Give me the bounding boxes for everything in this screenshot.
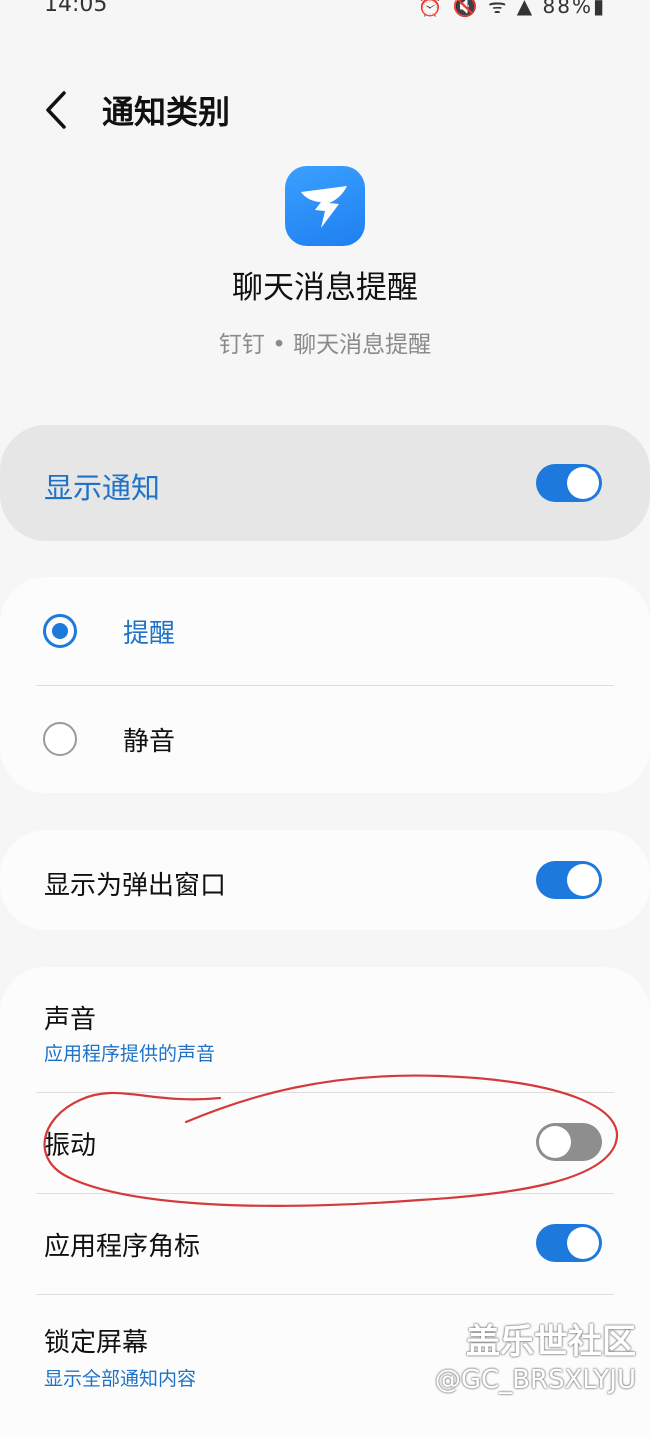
toggle-knob: [567, 864, 599, 896]
badge-toggle[interactable]: [536, 1224, 602, 1262]
sound-label: 声音: [44, 1005, 97, 1035]
sound-value: 应用程序提供的声音: [44, 1043, 216, 1065]
page-title: 通知类别: [102, 93, 231, 131]
alert-mode-card: 提醒 静音: [0, 577, 650, 793]
status-bar: 14:05 ⏰ 🔇 ᯤ ▲ 88%▮: [0, 0, 650, 22]
watermark-user: @GC_BRSXLYJU: [434, 1365, 636, 1395]
watermark-site: 盖乐世社区: [466, 1322, 636, 1362]
vibration-toggle[interactable]: [536, 1123, 602, 1161]
radio-option-alert[interactable]: 提醒: [0, 577, 650, 685]
toggle-knob: [539, 1126, 571, 1158]
show-notifications-label: 显示通知: [44, 471, 161, 505]
channel-subtitle: 钉钉 • 聊天消息提醒: [218, 332, 432, 358]
badge-row[interactable]: 应用程序角标: [0, 1193, 650, 1294]
lock-screen-value: 显示全部通知内容: [44, 1368, 197, 1390]
status-icons: ⏰ 🔇 ᯤ ▲ 88%▮: [417, 0, 606, 18]
popup-label: 显示为弹出窗口: [44, 871, 227, 901]
back-button[interactable]: [38, 87, 78, 133]
popup-toggle[interactable]: [536, 861, 602, 899]
vibration-label: 振动: [44, 1131, 97, 1161]
status-time: 14:05: [44, 0, 108, 17]
radio-option-silent[interactable]: 静音: [0, 685, 650, 793]
show-notifications-card[interactable]: 显示通知: [0, 425, 650, 541]
lock-screen-label: 锁定屏幕: [44, 1328, 149, 1358]
radio-button-alert[interactable]: [43, 614, 77, 648]
show-notifications-toggle[interactable]: [536, 464, 602, 502]
vibration-row[interactable]: 振动: [0, 1092, 650, 1193]
popup-card[interactable]: 显示为弹出窗口: [0, 830, 650, 930]
dingtalk-logo: [301, 186, 347, 228]
radio-label-alert: 提醒: [123, 619, 176, 649]
app-icon: [285, 166, 365, 246]
toggle-knob: [567, 1227, 599, 1259]
radio-label-silent: 静音: [123, 727, 176, 757]
badge-label: 应用程序角标: [44, 1232, 201, 1262]
radio-button-silent[interactable]: [43, 722, 77, 756]
chevron-left-icon: [46, 91, 66, 129]
toggle-knob: [567, 467, 599, 499]
header: 通知类别: [0, 75, 650, 145]
channel-title: 聊天消息提醒: [232, 270, 418, 306]
sound-row[interactable]: 声音 应用程序提供的声音: [0, 967, 650, 1092]
